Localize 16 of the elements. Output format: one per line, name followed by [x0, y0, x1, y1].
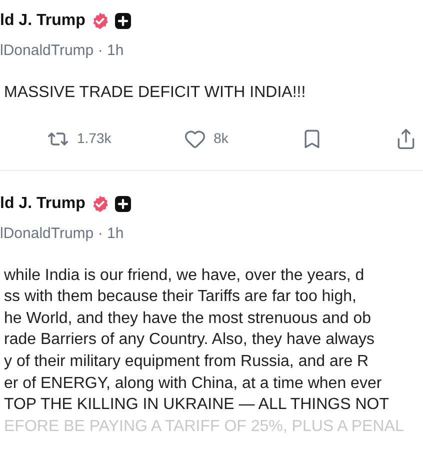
- author-handle: lDonaldTrump · 1h: [0, 224, 125, 244]
- plus-square-icon: [115, 196, 132, 212]
- post-text-line: rade Barriers of any Country. Also, they have always: [4, 330, 375, 350]
- post-text-line: TOP THE KILLING IN UKRAINE — ALL THINGS NOT: [4, 395, 389, 416]
- like-button[interactable]: 8k: [184, 128, 228, 150]
- post-text-line: MASSIVE TRADE DEFICIT WITH INDIA!!!: [4, 83, 306, 103]
- author-handle: lDonaldTrump · 1h: [0, 41, 125, 61]
- post-text-line: ss with them because their Tariffs are far too high,: [4, 287, 356, 308]
- post-text-line: while India is our friend, we have, over the years, d: [4, 266, 364, 286]
- post-text-line: y of their military equipment from Russia, and are R: [4, 352, 369, 372]
- plus-square-icon: [115, 13, 132, 29]
- post-text-line: er of ENERGY, along with China, at a time when ever: [4, 374, 382, 394]
- author-name: ld J. Trump: [0, 11, 86, 31]
- post-text-line: he World, and they have the most strenuous and ob: [4, 308, 372, 329]
- repost-button[interactable]: 1.73k: [47, 128, 112, 150]
- author-name: ld J. Trump: [0, 194, 86, 214]
